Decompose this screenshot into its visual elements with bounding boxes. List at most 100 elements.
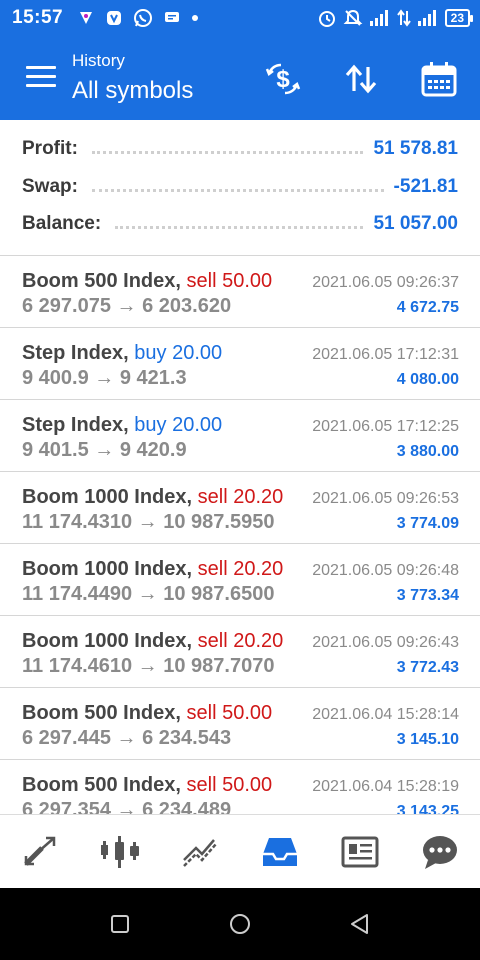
- app-notification-icon: [77, 9, 95, 27]
- dotted-leader: [91, 150, 364, 154]
- quotes-icon: [24, 836, 56, 866]
- dot-icon: [191, 14, 199, 22]
- deal-symbol: Boom 500 Index,: [22, 702, 181, 724]
- nav-quotes[interactable]: [0, 815, 80, 888]
- history-icon: [263, 837, 297, 866]
- news-icon: [341, 836, 379, 867]
- deal-side: sell 20.20: [197, 630, 284, 652]
- deal-time: 2021.06.05 09:26:53: [312, 490, 459, 507]
- deal-prices: 6 297.445 → 6 234.543: [22, 727, 232, 749]
- period-button[interactable]: [418, 58, 460, 100]
- nav-history[interactable]: [240, 815, 320, 888]
- deal-row[interactable]: Boom 500 Index, sell 50.00 6 297.075 → 6…: [0, 256, 480, 328]
- deal-profit: 4 080.00: [396, 371, 459, 388]
- deal-row[interactable]: Step Index, buy 20.00 9 400.9 → 9 421.3 …: [0, 328, 480, 400]
- deal-row[interactable]: Step Index, buy 20.00 9 401.5 → 9 420.9 …: [0, 400, 480, 472]
- balance-row: Balance: 51 057.00: [22, 210, 458, 238]
- menu-button[interactable]: [26, 66, 56, 90]
- deal-row[interactable]: Boom 1000 Index, sell 20.20 11 174.4610 …: [0, 616, 480, 688]
- profit-label: Profit:: [22, 138, 78, 159]
- triangle-back-icon: [351, 914, 368, 934]
- deal-side: sell 50.00: [186, 774, 273, 796]
- deal-prices: 9 400.9 → 9 421.3: [22, 367, 187, 389]
- deal-profit: 3 773.34: [396, 587, 459, 604]
- bottom-navigation: [0, 814, 480, 888]
- header-subtitle: History: [72, 51, 125, 70]
- status-time: 15:57: [12, 7, 64, 28]
- deal-prices: 11 174.4610 → 10 987.7070: [22, 655, 275, 677]
- swap-label: Swap:: [22, 176, 78, 197]
- deal-side: buy 20.00: [134, 342, 223, 364]
- nav-trade[interactable]: [160, 815, 240, 888]
- sort-button[interactable]: [340, 58, 382, 100]
- chat-icon: [423, 835, 457, 869]
- dotted-leader: [91, 188, 384, 192]
- app-bar: History All symbols $: [0, 36, 480, 120]
- status-bar: 15:57 23: [0, 0, 480, 36]
- deal-symbol: Boom 1000 Index,: [22, 630, 193, 652]
- deal-profit: 3 143.25: [396, 803, 459, 814]
- deal-symbol: Step Index,: [22, 342, 129, 364]
- home-button[interactable]: [228, 912, 252, 936]
- deal-profit: 3 772.43: [396, 659, 459, 676]
- deal-time: 2021.06.05 09:26:48: [312, 562, 459, 579]
- balance-value: 51 057.00: [373, 213, 458, 234]
- recents-button[interactable]: [108, 912, 132, 936]
- deal-prices: 6 297.075 → 6 203.620: [22, 295, 232, 317]
- nav-chart[interactable]: [80, 815, 160, 888]
- deal-prices: 11 174.4490 → 10 987.6500: [22, 583, 275, 605]
- sort-icon: [345, 64, 377, 94]
- deal-symbol: Boom 1000 Index,: [22, 558, 193, 580]
- deal-profit: 3 880.00: [396, 443, 459, 460]
- deal-time: 2021.06.05 09:26:43: [312, 634, 459, 651]
- nav-chat[interactable]: [400, 815, 480, 888]
- swap-row: Swap: -521.81: [22, 173, 458, 201]
- app-notification-icon: [105, 9, 123, 27]
- deal-time: 2021.06.05 09:26:37: [312, 274, 459, 291]
- deal-symbol: Boom 500 Index,: [22, 774, 181, 796]
- deal-prices: 11 174.4310 → 10 987.5950: [22, 511, 275, 533]
- deal-prices: 9 401.5 → 9 420.9: [22, 439, 187, 461]
- whatsapp-icon: [133, 8, 153, 28]
- battery-indicator: 23: [444, 9, 474, 27]
- circle-icon: [230, 914, 250, 934]
- deal-symbol: Boom 1000 Index,: [22, 486, 193, 508]
- data-arrows-icon: [396, 9, 411, 27]
- header-titles: History All symbols: [72, 50, 193, 108]
- deal-side: sell 50.00: [186, 702, 273, 724]
- deal-time: 2021.06.04 15:28:14: [312, 706, 459, 723]
- system-navigation-bar: [0, 888, 480, 960]
- chart-icon: [101, 835, 139, 868]
- deal-list[interactable]: Boom 500 Index, sell 50.00 6 297.075 → 6…: [0, 256, 480, 814]
- deal-prices: 6 297.354 → 6 234.489: [22, 799, 232, 814]
- alarm-icon: [317, 8, 337, 28]
- deal-time: 2021.06.05 17:12:31: [312, 346, 459, 363]
- deal-profit: 3 774.09: [396, 515, 459, 532]
- deal-row[interactable]: Boom 1000 Index, sell 20.20 11 174.4490 …: [0, 544, 480, 616]
- balance-label: Balance:: [22, 213, 102, 234]
- calendar-icon: [421, 62, 457, 97]
- notification-icons: [77, 8, 199, 28]
- deal-row[interactable]: Boom 1000 Index, sell 20.20 11 174.4310 …: [0, 472, 480, 544]
- signal-icon: [417, 9, 439, 27]
- deal-symbol: Boom 500 Index,: [22, 270, 181, 292]
- deal-row[interactable]: Boom 500 Index, sell 50.00 6 297.354 → 6…: [0, 760, 480, 814]
- dotted-leader: [115, 225, 364, 229]
- account-summary: Profit: 51 578.81 Swap: -521.81 Balance:…: [0, 120, 480, 256]
- trade-icon: [183, 838, 217, 867]
- deal-row[interactable]: Boom 500 Index, sell 50.00 6 297.445 → 6…: [0, 688, 480, 760]
- deal-profit: 4 672.75: [396, 299, 459, 316]
- deal-side: buy 20.00: [134, 414, 223, 436]
- back-button[interactable]: [348, 912, 372, 936]
- nav-news[interactable]: [320, 815, 400, 888]
- deal-symbol: Step Index,: [22, 414, 129, 436]
- svg-text:$: $: [276, 66, 290, 93]
- deposit-withdraw-button[interactable]: $: [262, 58, 304, 100]
- square-icon: [111, 915, 129, 933]
- deal-time: 2021.06.04 15:28:19: [312, 778, 459, 795]
- system-icons: 23: [317, 8, 474, 28]
- signal-icon: [369, 9, 391, 27]
- dollar-arrows-icon: $: [265, 63, 301, 95]
- header-title[interactable]: All symbols: [72, 74, 193, 108]
- message-icon: [163, 10, 181, 26]
